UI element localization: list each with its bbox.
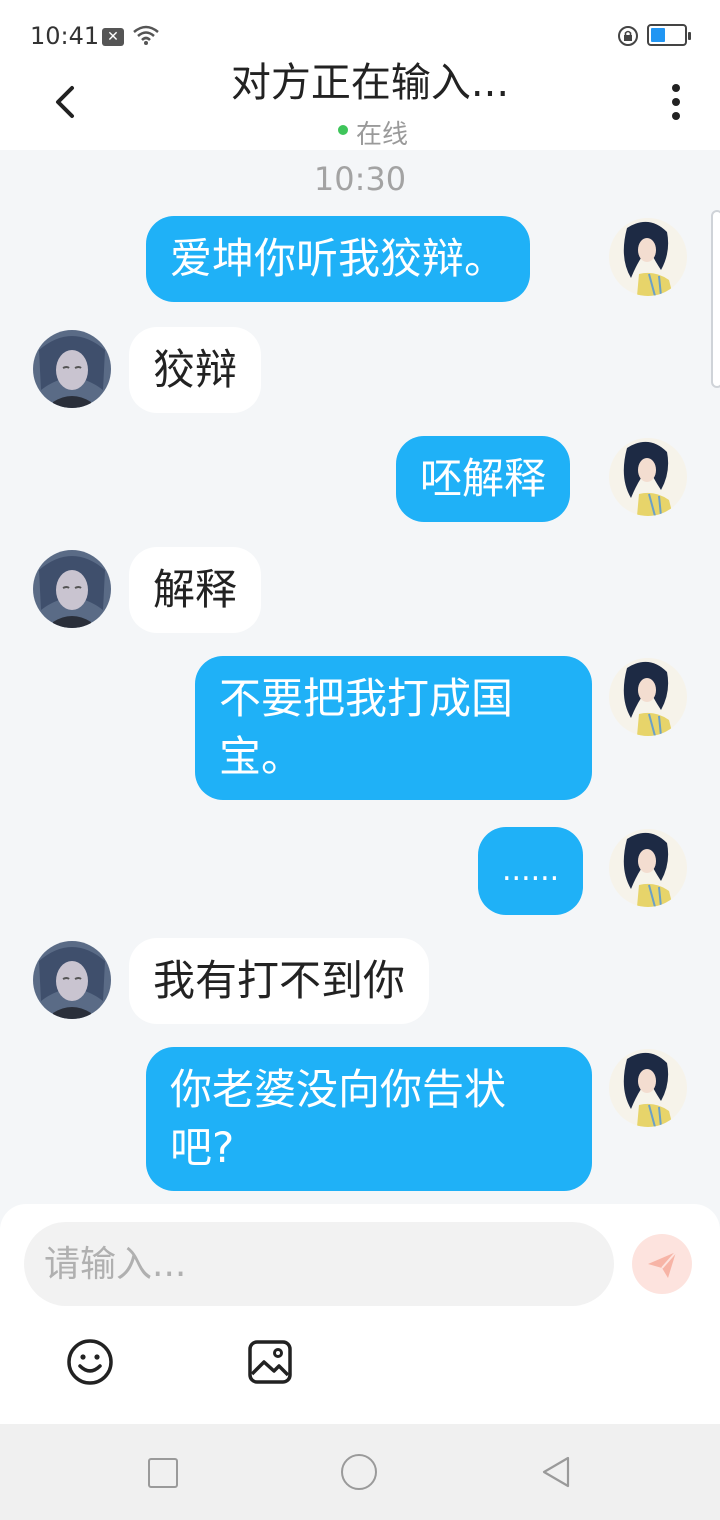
message-input[interactable]: [24, 1222, 614, 1306]
notification-x-icon: ✕: [102, 28, 124, 46]
more-button[interactable]: [664, 82, 688, 122]
online-dot-icon: [338, 124, 348, 135]
message-text: ......: [502, 853, 560, 888]
received-message-bubble[interactable]: 我有打不到你: [129, 938, 430, 1024]
message-composer: [0, 1204, 720, 1424]
my-avatar[interactable]: [609, 658, 687, 736]
message-text: 解释: [153, 565, 238, 614]
system-back-button[interactable]: [538, 1454, 574, 1494]
rotation-lock-icon: [617, 25, 639, 51]
online-status: 在线: [338, 114, 408, 151]
status-time: 10:41: [30, 22, 100, 50]
system-nav-bar: [0, 1424, 720, 1520]
emoji-button[interactable]: [66, 1338, 114, 1390]
triangle-back-icon: [542, 1456, 570, 1488]
send-icon: [648, 1251, 677, 1278]
chat-header: 对方正在输入... 在线: [0, 60, 720, 151]
emoji-icon: [67, 1339, 113, 1385]
my-avatar[interactable]: [609, 218, 687, 296]
status-bar: 10:41 ✕: [0, 0, 720, 64]
my-avatar[interactable]: [609, 438, 687, 516]
chevron-left-icon: [56, 86, 74, 118]
message-text: 我有打不到你: [153, 956, 406, 1005]
contact-avatar[interactable]: [33, 550, 111, 628]
received-message-bubble[interactable]: 解释: [129, 547, 262, 633]
sent-message-bubble[interactable]: 你老婆没向你告状 吧?: [146, 1047, 592, 1191]
online-status-label: 在线: [356, 120, 409, 150]
sent-message-bubble[interactable]: 不要把我打成国 宝。: [195, 656, 592, 800]
sent-message-bubble[interactable]: ......: [478, 827, 584, 915]
my-avatar[interactable]: [609, 1049, 687, 1127]
chat-title: 对方正在输入...: [230, 60, 510, 106]
received-message-bubble[interactable]: 狡辩: [129, 327, 262, 413]
recents-button[interactable]: [148, 1458, 178, 1488]
wifi-icon: [132, 24, 160, 50]
message-timestamp: 10:30: [313, 160, 407, 198]
message-text: 爱坤你听我狡辩。: [170, 234, 507, 283]
battery-icon: [647, 24, 691, 46]
home-button[interactable]: [341, 1454, 377, 1490]
more-vertical-icon: [672, 84, 680, 92]
message-text-line: 你老婆没向你告状: [170, 1065, 507, 1114]
message-text-line: 吧?: [170, 1123, 235, 1172]
contact-avatar[interactable]: [33, 330, 111, 408]
my-avatar[interactable]: [609, 829, 687, 907]
sent-message-bubble[interactable]: 爱坤你听我狡辩。: [146, 216, 531, 302]
image-button[interactable]: [246, 1338, 294, 1390]
message-text: 狡辩: [153, 345, 238, 394]
message-text-line: 宝。: [219, 732, 304, 781]
back-button[interactable]: [44, 80, 88, 124]
message-text: 呸解释: [420, 454, 547, 503]
image-icon: [248, 1340, 292, 1384]
message-text-line: 不要把我打成国: [219, 674, 514, 723]
sent-message-bubble[interactable]: 呸解释: [396, 436, 571, 522]
send-button[interactable]: [632, 1234, 692, 1294]
contact-avatar[interactable]: [33, 941, 111, 1019]
scrollbar[interactable]: [711, 210, 720, 388]
